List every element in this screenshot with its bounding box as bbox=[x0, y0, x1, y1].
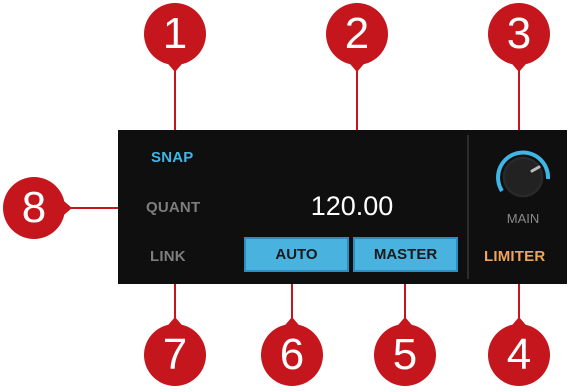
callout-4: 4 bbox=[487, 303, 551, 387]
callout-3-number: 3 bbox=[506, 9, 532, 58]
callout-6-number: 6 bbox=[279, 330, 305, 379]
master-button[interactable]: MASTER bbox=[353, 237, 458, 272]
callout-4-number: 4 bbox=[506, 330, 532, 379]
callout-8: 8 bbox=[2, 176, 86, 240]
callout-1: 1 bbox=[143, 2, 207, 86]
quant-button[interactable]: QUANT bbox=[146, 199, 200, 216]
callout-7: 7 bbox=[143, 303, 207, 387]
callout-3: 3 bbox=[487, 2, 551, 86]
main-volume-knob[interactable] bbox=[490, 143, 556, 209]
callout-5: 5 bbox=[373, 303, 437, 387]
link-button[interactable]: LINK bbox=[150, 248, 186, 265]
callout-2: 2 bbox=[325, 2, 389, 86]
main-label: MAIN bbox=[506, 211, 540, 226]
auto-button[interactable]: AUTO bbox=[244, 237, 349, 272]
limiter-button[interactable]: LIMITER bbox=[484, 248, 545, 265]
panel-divider bbox=[467, 135, 469, 279]
callout-5-number: 5 bbox=[392, 330, 418, 379]
callout-8-number: 8 bbox=[21, 183, 47, 232]
callout-6: 6 bbox=[260, 303, 324, 387]
tempo-display[interactable]: 120.00 bbox=[262, 191, 442, 222]
callout-2-number: 2 bbox=[344, 9, 370, 58]
callout-7-number: 7 bbox=[162, 330, 188, 379]
snap-button[interactable]: SNAP bbox=[151, 149, 193, 166]
callout-1-number: 1 bbox=[162, 9, 188, 58]
